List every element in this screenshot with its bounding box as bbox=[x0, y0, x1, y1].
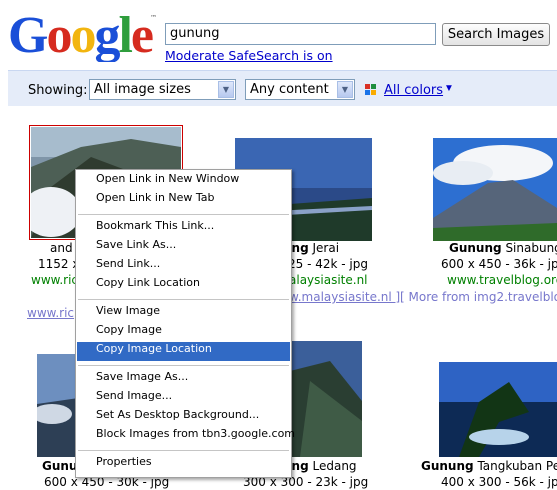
dropdown-arrow-icon[interactable]: ▼ bbox=[444, 83, 454, 94]
mountain-photo bbox=[433, 138, 557, 241]
all-colors-link[interactable]: All colors bbox=[384, 83, 443, 98]
result-site: www.travelblog.org bbox=[447, 273, 557, 287]
result-title[interactable]: and bbox=[50, 241, 73, 255]
mountain-photo bbox=[290, 341, 362, 457]
content-type-value: Any content bbox=[250, 82, 329, 97]
menu-separator bbox=[78, 214, 289, 215]
result-dimensions: 600 x 450 - 36k - jpg bbox=[441, 257, 557, 271]
showing-label: Showing: bbox=[28, 83, 88, 98]
search-input[interactable]: gunung bbox=[165, 23, 436, 45]
result-more-link[interactable]: w.malaysiasite.nl ] bbox=[289, 290, 400, 304]
result-title[interactable]: Gunu bbox=[42, 459, 77, 473]
context-menu-item[interactable]: Properties bbox=[77, 455, 290, 474]
result-thumbnail[interactable] bbox=[433, 138, 557, 241]
image-size-select[interactable]: All image sizes ▼ bbox=[89, 79, 236, 100]
result-title[interactable]: Gunung Sinabung bbox=[449, 241, 557, 255]
menu-separator bbox=[78, 365, 289, 366]
context-menu-item[interactable]: Copy Link Location bbox=[77, 276, 290, 295]
context-menu-item[interactable]: Open Link in New Tab bbox=[77, 191, 290, 210]
menu-separator bbox=[78, 450, 289, 451]
color-palette-icon bbox=[365, 84, 377, 96]
context-menu-item[interactable]: Bookmark This Link... bbox=[77, 219, 290, 238]
context-menu-item[interactable]: View Image bbox=[77, 304, 290, 323]
context-menu-item[interactable]: Copy Image bbox=[77, 323, 290, 342]
result-site: alaysiasite.nl bbox=[289, 273, 368, 287]
context-menu-item[interactable]: Send Link... bbox=[77, 257, 290, 276]
result-dimensions: 1152 x bbox=[38, 257, 80, 271]
result-site: www.ric bbox=[31, 273, 79, 287]
context-menu-item[interactable]: Block Images from tbn3.google.com bbox=[77, 427, 295, 446]
result-more-link[interactable]: www.ric bbox=[27, 306, 74, 320]
svg-text:Google: Google bbox=[8, 7, 153, 62]
search-images-button[interactable]: Search Images bbox=[442, 23, 550, 46]
svg-text:™: ™ bbox=[150, 14, 157, 22]
filter-bar: Showing: All image sizes ▼ Any content ▼… bbox=[8, 70, 557, 106]
context-menu-item[interactable]: Copy Image Location bbox=[77, 342, 290, 361]
context-menu-item[interactable]: Set As Desktop Background... bbox=[77, 408, 290, 427]
result-thumbnail[interactable] bbox=[439, 362, 557, 457]
result-thumbnail[interactable] bbox=[290, 341, 362, 457]
result-more-link[interactable]: [ More from img2.travelblo bbox=[400, 290, 557, 304]
menu-separator bbox=[78, 299, 289, 300]
safesearch-link[interactable]: Moderate SafeSearch is on bbox=[165, 48, 333, 63]
context-menu-item[interactable]: Open Link in New Window bbox=[77, 172, 290, 191]
result-title[interactable]: ung Ledang bbox=[283, 459, 357, 473]
image-size-value: All image sizes bbox=[94, 82, 191, 97]
result-dimensions: 400 x 300 - 56k - jp bbox=[441, 475, 557, 489]
context-menu-item[interactable]: Save Image As... bbox=[77, 370, 290, 389]
tree-landscape-photo bbox=[439, 362, 557, 457]
context-menu: Open Link in New Window Open Link in New … bbox=[75, 169, 295, 478]
result-dimensions: 25 - 42k - jpg bbox=[288, 257, 368, 271]
chevron-down-icon: ▼ bbox=[218, 81, 234, 98]
content-type-select[interactable]: Any content ▼ bbox=[245, 79, 355, 100]
context-menu-item[interactable]: Save Link As... bbox=[77, 238, 290, 257]
chevron-down-icon: ▼ bbox=[337, 81, 353, 98]
google-logo-image: Google ™ bbox=[8, 7, 157, 62]
result-title[interactable]: Gunung Tangkuban Pe bbox=[421, 459, 557, 473]
context-menu-item[interactable]: Send Image... bbox=[77, 389, 290, 408]
google-logo[interactable]: Google ™ bbox=[8, 6, 158, 62]
